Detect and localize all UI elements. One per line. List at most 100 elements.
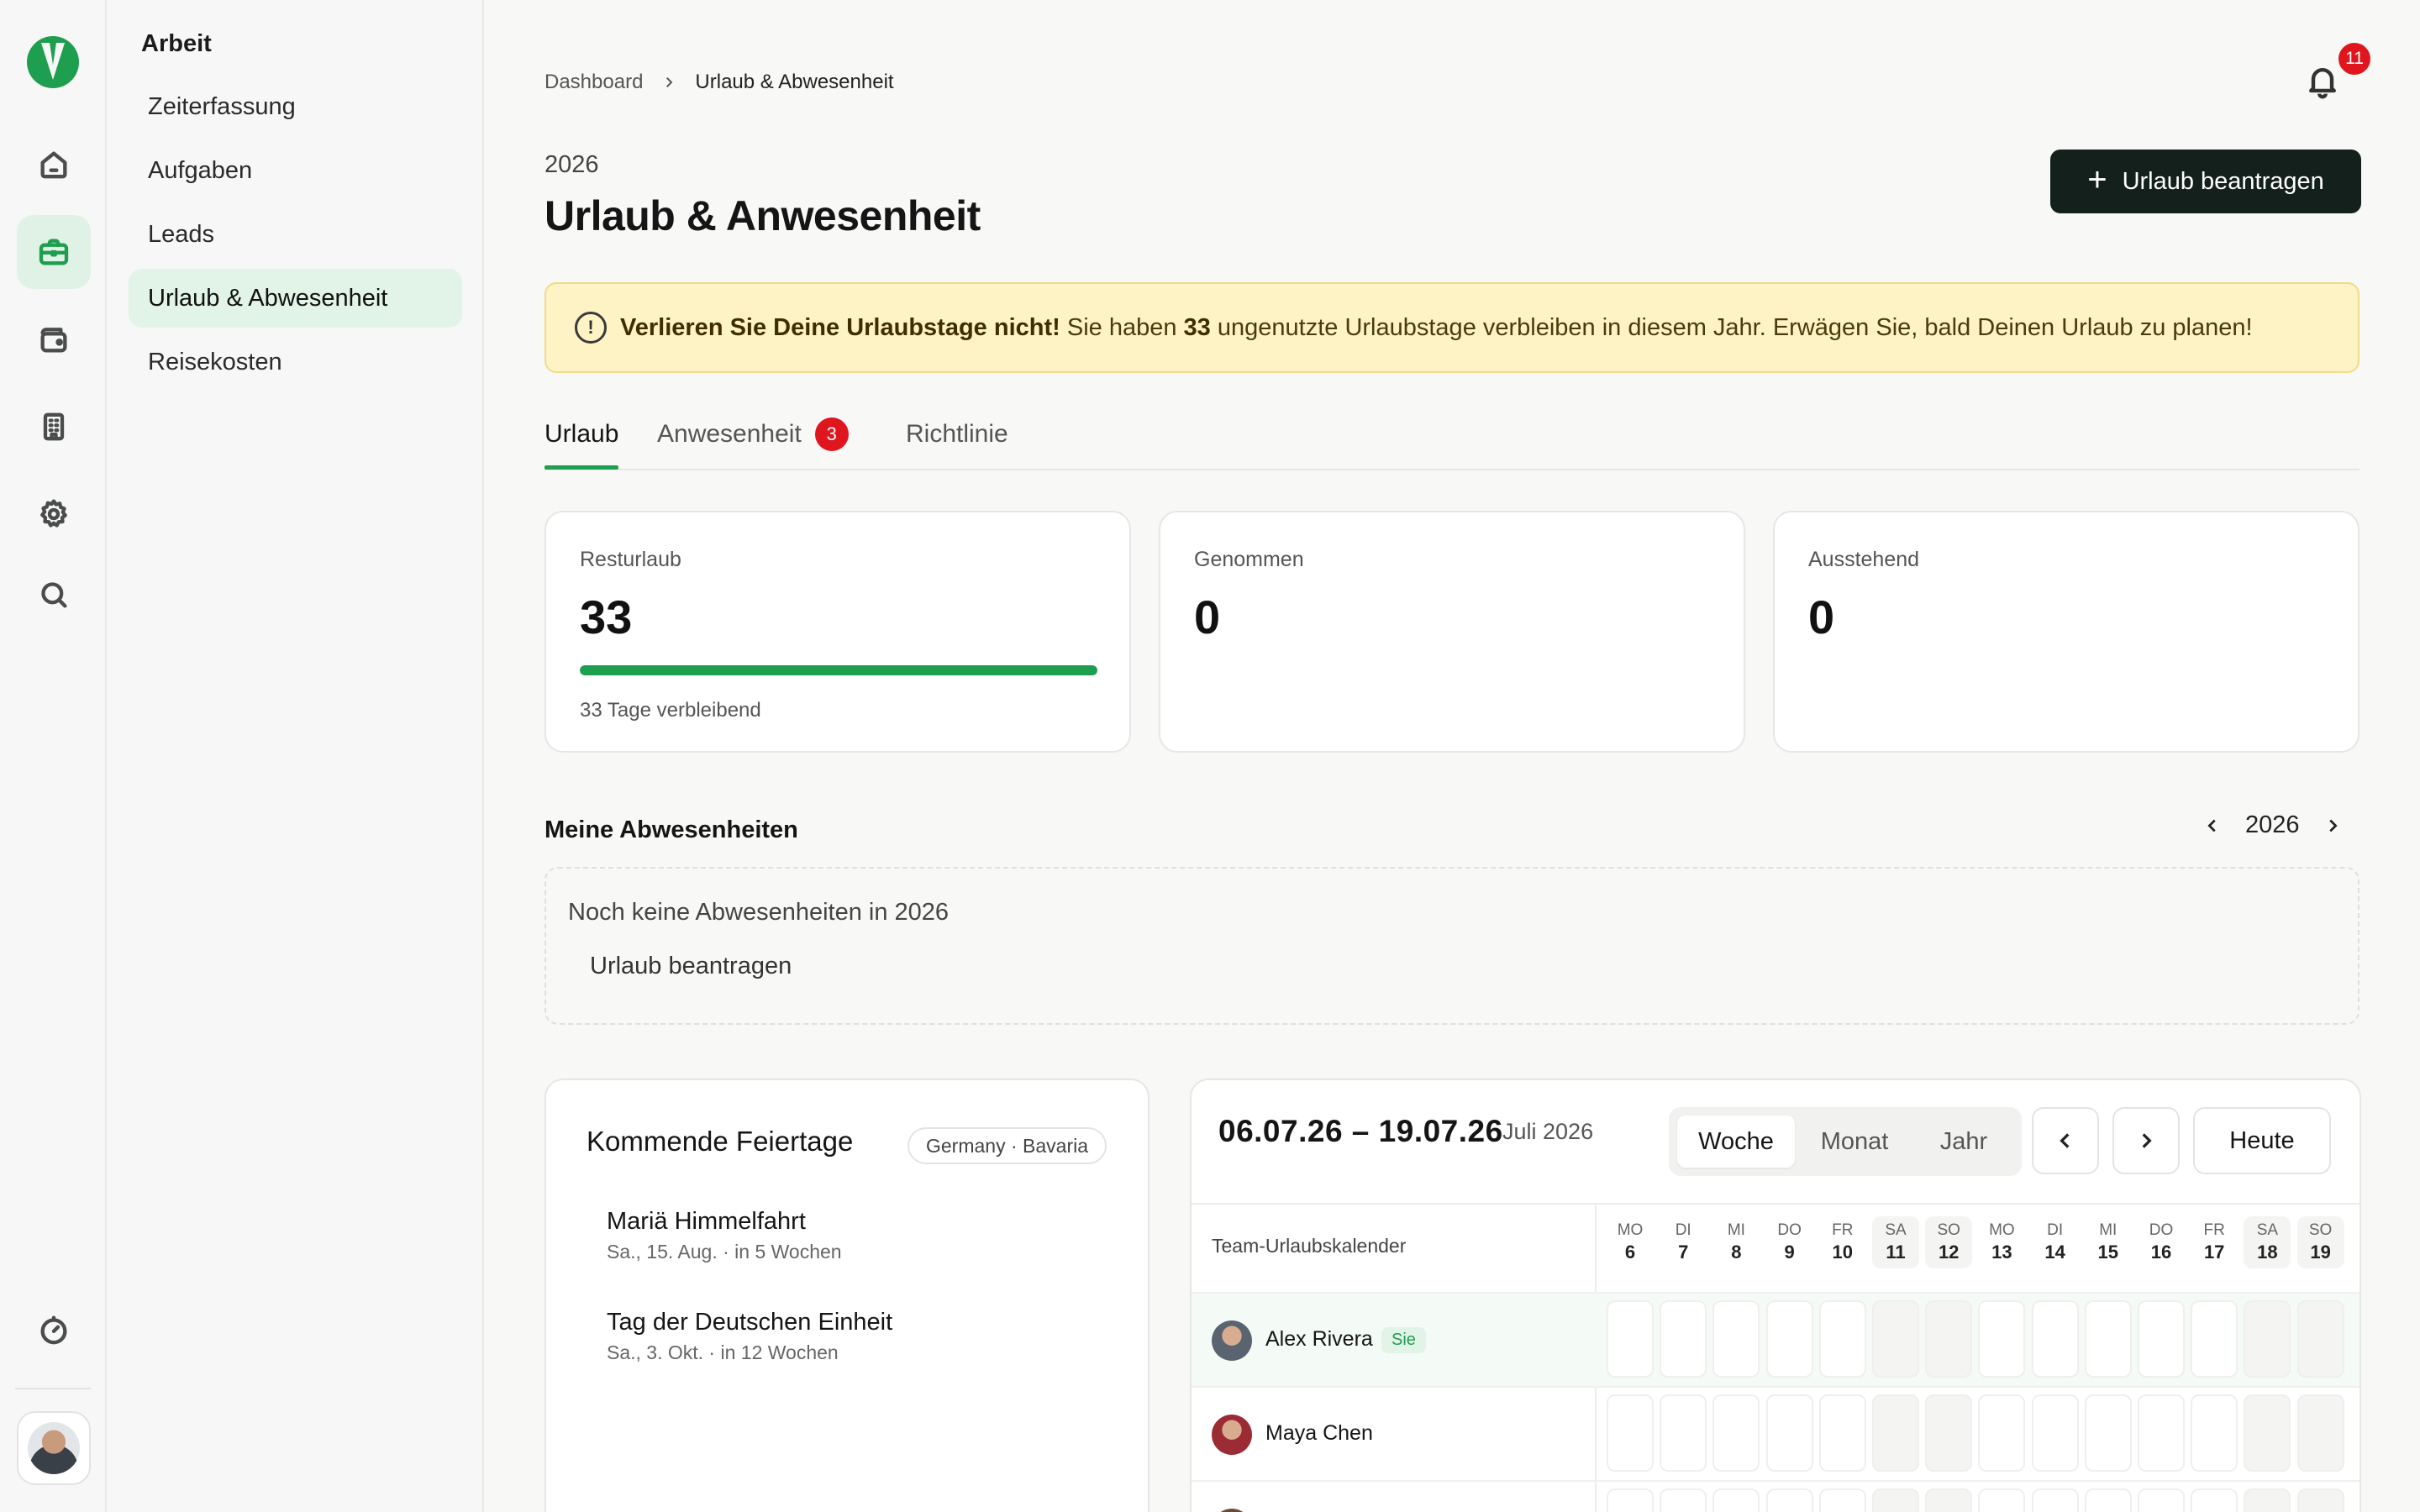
remaining-progress-bar	[580, 665, 1097, 675]
day-number: 16	[2150, 1242, 2172, 1263]
tab-urlaub[interactable]: Urlaub	[544, 413, 618, 455]
calendar-day-cell[interactable]	[1818, 1394, 1866, 1472]
calendar-day-cell[interactable]	[1872, 1300, 1919, 1378]
calendar-day-cell[interactable]	[2031, 1394, 2079, 1472]
tab-anwesenheit[interactable]: Anwesenheit 3	[657, 413, 849, 455]
subnav-item-label: Leads	[148, 220, 215, 248]
you-badge: Sie	[1381, 1327, 1426, 1353]
subnav-item-urlaub[interactable]: Urlaub & Abwesenheit	[129, 269, 462, 328]
logo-icon[interactable]	[27, 36, 79, 88]
calendar-day-cell[interactable]	[2191, 1300, 2238, 1378]
day-name: FR	[1832, 1221, 1854, 1239]
rail-settings-button[interactable]	[17, 477, 91, 551]
calendar-day-cell[interactable]	[2084, 1300, 2132, 1378]
calendar-day-cell[interactable]	[2296, 1394, 2344, 1472]
calendar-day-cell[interactable]	[2191, 1394, 2238, 1472]
calendar-day-cell[interactable]	[1607, 1488, 1654, 1512]
day-header: MO 13	[1978, 1216, 2025, 1268]
day-header: DI 7	[1660, 1216, 1707, 1268]
calendar-day-cell[interactable]	[1607, 1300, 1654, 1378]
calendar-day-cell[interactable]	[2031, 1300, 2079, 1378]
calendar-day-cell[interactable]	[1818, 1300, 1866, 1378]
calendar-day-cell[interactable]	[2191, 1488, 2238, 1512]
request-leave-label: Urlaub beantragen	[2122, 167, 2324, 195]
calendar-day-cell[interactable]	[2244, 1300, 2291, 1378]
tab-richtlinie[interactable]: Richtlinie	[906, 413, 1008, 455]
calendar-day-cell[interactable]	[1660, 1300, 1707, 1378]
tab-label: Anwesenheit	[657, 420, 802, 448]
subnav-item-label: Reisekosten	[148, 348, 282, 375]
calendar-day-cell[interactable]	[1712, 1488, 1760, 1512]
day-header: SA 11	[1872, 1216, 1919, 1268]
calendar-day-cell[interactable]	[2138, 1300, 2185, 1378]
calendar-day-cell[interactable]	[1660, 1488, 1707, 1512]
subnav-item-label: Zeiterfassung	[148, 92, 296, 120]
calendar-day-cell[interactable]	[1712, 1300, 1760, 1378]
calendar-day-cell[interactable]	[1925, 1394, 1973, 1472]
calendar-day-cell[interactable]	[1925, 1488, 1973, 1512]
day-number: 15	[2097, 1242, 2119, 1263]
breadcrumb-dashboard[interactable]: Dashboard	[544, 71, 643, 94]
rail-timer-button[interactable]	[17, 1294, 91, 1368]
calendar-day-cell[interactable]	[1872, 1394, 1919, 1472]
view-year-option[interactable]: Jahr	[1914, 1116, 2013, 1168]
calendar-day-cell[interactable]	[1765, 1394, 1813, 1472]
rail-work-button[interactable]	[17, 215, 91, 289]
subnav-item-zeiterfassung[interactable]: Zeiterfassung	[129, 77, 462, 136]
calendar-day-cell[interactable]	[1818, 1488, 1866, 1512]
calendar-day-cell[interactable]	[1712, 1394, 1760, 1472]
holidays-card: Kommende Feiertage Germany · Bavaria Mar…	[544, 1079, 1150, 1512]
calendar-day-cell[interactable]	[1872, 1488, 1919, 1512]
user-avatar[interactable]	[17, 1411, 91, 1485]
calendar-prev-button[interactable]	[2032, 1107, 2099, 1174]
rail-wallet-button[interactable]	[17, 302, 91, 376]
view-week-option[interactable]: Woche	[1677, 1116, 1795, 1168]
calendar-day-cell[interactable]	[1765, 1300, 1813, 1378]
request-leave-button[interactable]: + Urlaub beantragen	[2050, 150, 2361, 213]
calendar-day-cell[interactable]	[2084, 1394, 2132, 1472]
view-month-option[interactable]: Monat	[1800, 1116, 1909, 1168]
subnav-item-aufgaben[interactable]: Aufgaben	[129, 141, 462, 200]
day-number: 14	[2044, 1242, 2065, 1263]
day-header: FR 10	[1819, 1216, 1866, 1268]
rail-search-button[interactable]	[17, 558, 91, 632]
home-icon	[40, 151, 67, 179]
rail-divider	[15, 1388, 91, 1389]
subnav-item-leads[interactable]: Leads	[129, 205, 462, 264]
day-header: DO 16	[2138, 1216, 2185, 1268]
calendar-today-button[interactable]: Heute	[2193, 1107, 2331, 1174]
rail-building-button[interactable]	[17, 390, 91, 464]
calendar-day-cell[interactable]	[1978, 1394, 2026, 1472]
day-name: FR	[2203, 1221, 2225, 1239]
member-avatar	[1212, 1415, 1252, 1455]
briefcase-icon	[39, 239, 69, 265]
calendar-day-cell[interactable]	[1660, 1394, 1707, 1472]
calendar-next-button[interactable]	[2112, 1107, 2180, 1174]
region-chip[interactable]: Germany · Bavaria	[908, 1127, 1107, 1164]
team-calendar: 06.07.26 – 19.07.26 Juli 2026 Woche Mona…	[1190, 1079, 2361, 1512]
calendar-day-cell[interactable]	[2296, 1300, 2344, 1378]
calendar-day-cell[interactable]	[2031, 1488, 2079, 1512]
calendar-day-cell[interactable]	[2296, 1488, 2344, 1512]
building-icon	[43, 412, 65, 441]
calendar-member-row: Maya Chen	[1192, 1386, 2360, 1480]
day-number: 6	[1624, 1242, 1636, 1263]
empty-state-request-link[interactable]: Urlaub beantragen	[590, 953, 792, 980]
calendar-day-cell[interactable]	[2084, 1488, 2132, 1512]
calendar-day-cell[interactable]	[2244, 1488, 2291, 1512]
subnav-item-reisekosten[interactable]: Reisekosten	[129, 333, 462, 391]
calendar-day-cell[interactable]	[1607, 1394, 1654, 1472]
calendar-day-cell[interactable]	[2138, 1394, 2185, 1472]
calendar-day-cell[interactable]	[1765, 1488, 1813, 1512]
day-number: 9	[1784, 1242, 1795, 1263]
chevron-right-icon[interactable]	[2323, 816, 2342, 835]
stat-card-resturlaub: Resturlaub 33 33 Tage verbleibend	[544, 511, 1131, 753]
calendar-day-cell[interactable]	[1978, 1488, 2026, 1512]
calendar-day-cell[interactable]	[2138, 1488, 2185, 1512]
rail-home-button[interactable]	[17, 128, 91, 202]
chevron-left-icon[interactable]	[2203, 816, 2222, 835]
calendar-day-cell[interactable]	[2244, 1394, 2291, 1472]
settings-icon	[40, 499, 67, 528]
calendar-day-cell[interactable]	[1978, 1300, 2026, 1378]
calendar-day-cell[interactable]	[1925, 1300, 1973, 1378]
